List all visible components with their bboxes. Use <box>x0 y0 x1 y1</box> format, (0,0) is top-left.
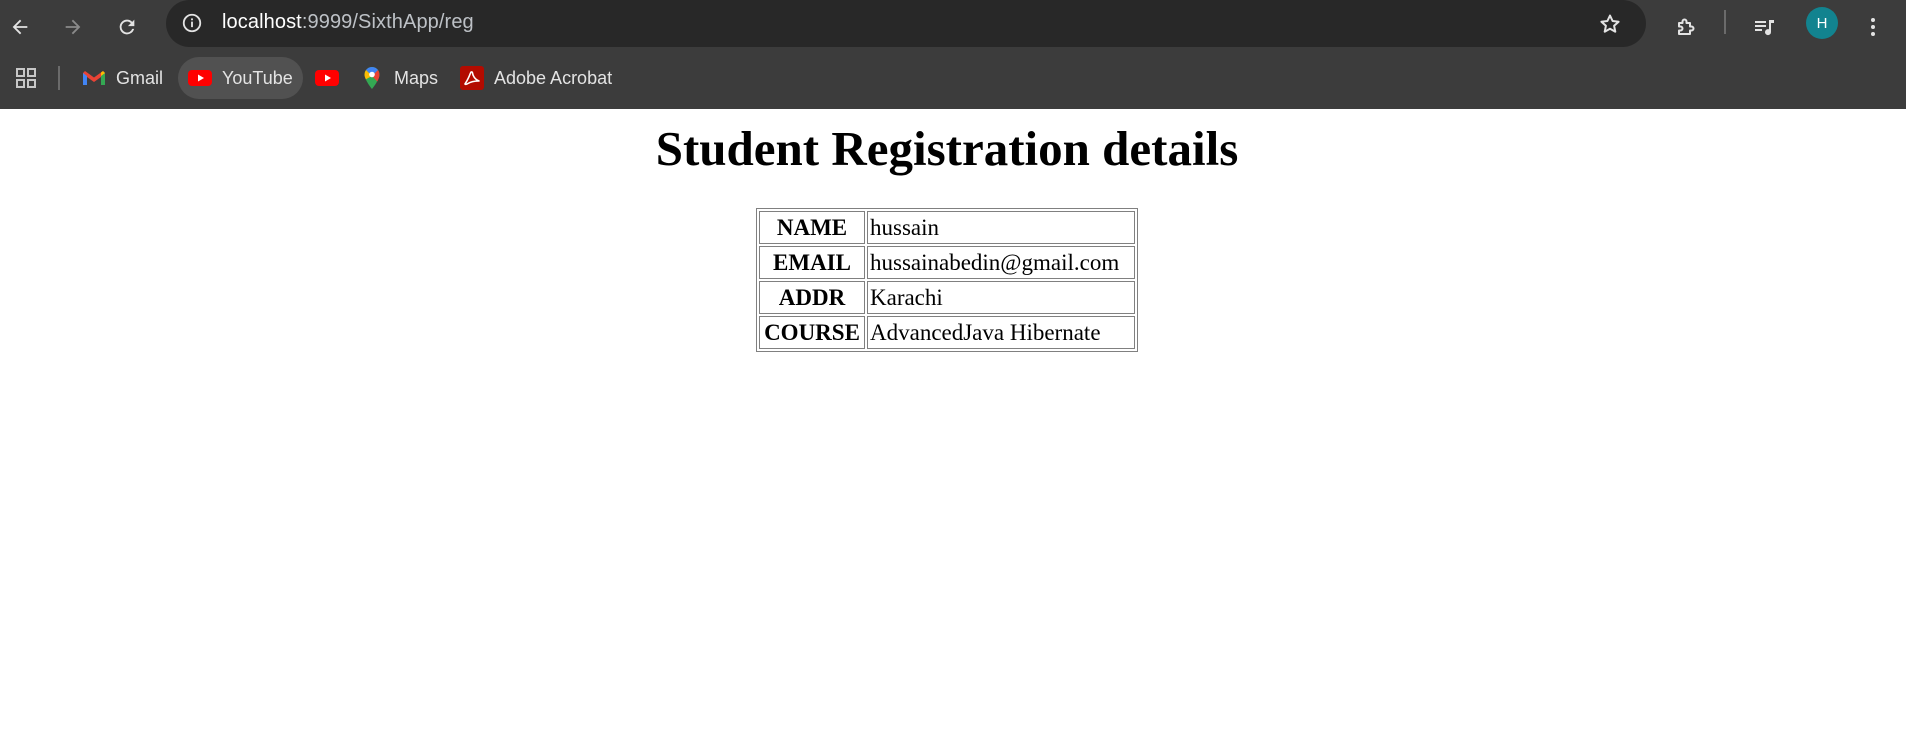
bookmark-label: YouTube <box>222 67 293 88</box>
row-value: Karachi <box>867 281 1135 314</box>
reload-icon <box>119 19 135 35</box>
table-row: COURSE AdvancedJava Hibernate <box>759 316 1135 349</box>
browser-chrome: localhost:9999/SixthApp/reg H Gmail YouT… <box>0 0 1906 109</box>
bookmarks-divider <box>58 66 60 90</box>
site-info-button[interactable] <box>176 7 208 39</box>
extensions-button[interactable] <box>1666 7 1706 47</box>
registration-details-table: NAME hussain EMAIL hussainabedin@gmail.c… <box>756 208 1138 352</box>
row-label: NAME <box>759 211 865 244</box>
url-path: :9999/SixthApp/reg <box>301 11 474 33</box>
url-host: localhost <box>222 11 302 33</box>
arrow-right-icon <box>65 19 81 35</box>
row-value: hussain <box>867 211 1135 244</box>
page-content: Student Registration details NAME hussai… <box>0 109 1906 754</box>
media-queue-icon <box>1755 20 1774 36</box>
browser-menu-button[interactable] <box>1853 7 1893 47</box>
forward-button[interactable] <box>53 7 93 47</box>
bookmark-youtube[interactable]: YouTube <box>178 57 303 99</box>
bookmark-gmail[interactable]: Gmail <box>72 57 173 99</box>
bookmarks-bar: Gmail YouTube Maps Adobe Acrobat <box>0 54 1906 109</box>
youtube-icon <box>315 66 339 90</box>
bookmark-maps[interactable]: Maps <box>350 57 448 99</box>
kebab-menu-icon <box>1871 18 1875 36</box>
back-button[interactable] <box>0 7 40 47</box>
browser-toolbar: localhost:9999/SixthApp/reg H <box>0 0 1906 54</box>
gmail-icon <box>82 66 106 90</box>
bookmark-youtube-2[interactable] <box>307 57 347 99</box>
table-row: EMAIL hussainabedin@gmail.com <box>759 246 1135 279</box>
bookmark-star-button[interactable] <box>1594 8 1626 40</box>
apps-grid-icon <box>14 66 38 90</box>
page-title: Student Registration details <box>655 121 1239 176</box>
star-icon <box>1600 14 1620 33</box>
info-icon <box>182 13 202 33</box>
puzzle-icon <box>1678 18 1695 35</box>
bookmark-label: Maps <box>394 67 439 88</box>
table-row: NAME hussain <box>759 211 1135 244</box>
row-label: ADDR <box>759 281 865 314</box>
media-controls-button[interactable] <box>1744 7 1784 47</box>
address-bar[interactable]: localhost:9999/SixthApp/reg <box>166 0 1646 47</box>
maps-pin-icon <box>360 66 384 90</box>
toolbar-divider <box>1724 10 1726 34</box>
table-row: ADDR Karachi <box>759 281 1135 314</box>
arrow-left-icon <box>12 19 28 35</box>
apps-button[interactable] <box>6 57 46 99</box>
youtube-icon <box>188 66 212 90</box>
bookmark-label: Gmail <box>116 67 164 88</box>
row-label: EMAIL <box>759 246 865 279</box>
url-text[interactable]: localhost:9999/SixthApp/reg <box>222 11 474 34</box>
row-value: AdvancedJava Hibernate <box>867 316 1135 349</box>
row-value: hussainabedin@gmail.com <box>867 246 1135 279</box>
profile-avatar[interactable]: H <box>1806 7 1838 39</box>
reload-button[interactable] <box>107 7 147 47</box>
bookmark-label: Adobe Acrobat <box>494 67 613 88</box>
row-label: COURSE <box>759 316 865 349</box>
adobe-acrobat-icon <box>460 66 484 90</box>
bookmark-adobe-acrobat[interactable]: Adobe Acrobat <box>450 57 622 99</box>
